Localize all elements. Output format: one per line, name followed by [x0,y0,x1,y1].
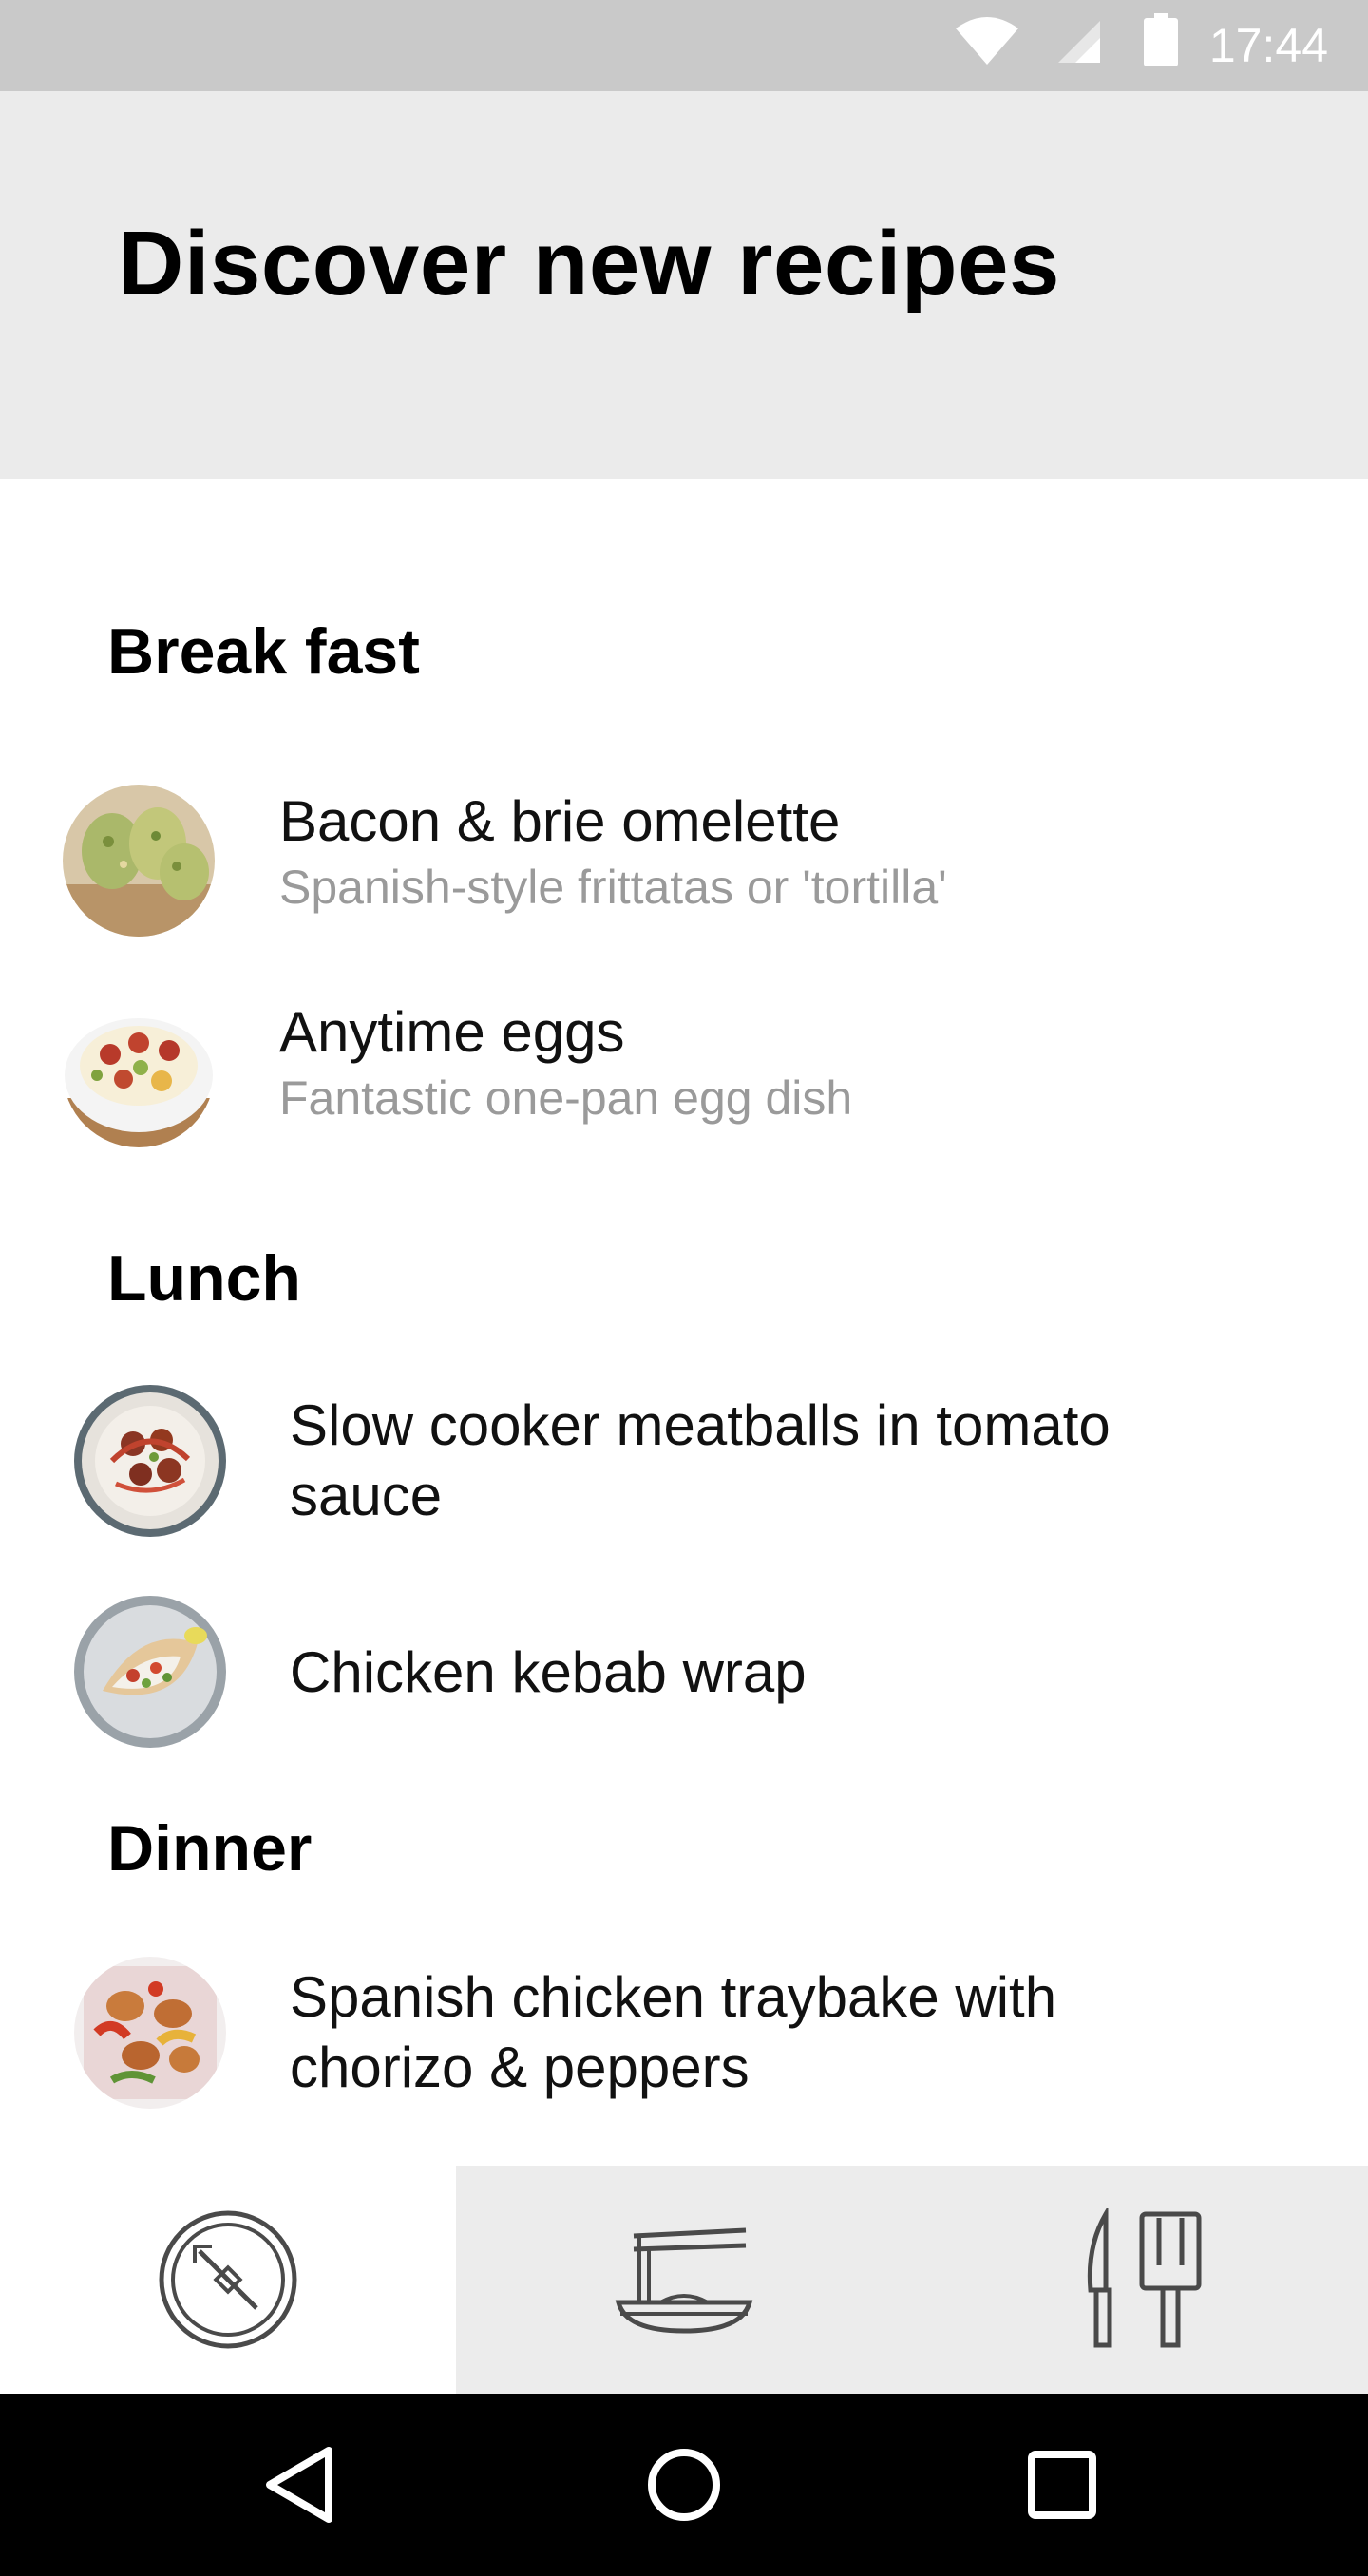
status-time: 17:44 [1208,19,1328,72]
home-icon[interactable] [636,2437,732,2532]
recipe-item-chicken-kebab-wrap[interactable]: Chicken kebab wrap [0,1584,1368,1774]
recipe-name: Bacon & brie omelette [279,789,841,853]
recipe-thumbnail [74,1596,226,1748]
recipe-thumbnail [74,1385,226,1537]
bottom-nav [0,2166,1368,2394]
recipe-item-bacon-brie-omelette[interactable]: Bacon & brie omelette Spanish-style frit… [0,773,1368,963]
tab-discover[interactable] [0,2166,456,2394]
recipe-name: Spanish chicken traybake with chorizo & … [290,1965,1057,2099]
cellular-signal-icon [1056,19,1102,65]
back-icon[interactable] [253,2437,348,2532]
page-title: Discover new recipes [118,213,1060,314]
battery-icon [1144,13,1178,66]
status-bar: 17:44 [0,0,1368,91]
tab-recipes[interactable] [456,2166,912,2394]
recipe-subtitle: Fantastic one-pan egg dish [279,1071,853,1125]
recipe-name: Slow cooker meatballs in tomato sauce [290,1393,1111,1527]
recipe-name: Anytime eggs [279,1000,625,1064]
recipe-item-anytime-eggs[interactable]: Anytime eggs Fantastic one-pan egg dish [0,984,1368,1174]
recipe-subtitle: Spanish-style frittatas or 'tortilla' [279,861,947,914]
recipe-thumbnail [63,785,215,937]
recipe-list[interactable]: Break fast Bacon & brie omelette Spanish… [0,479,1368,2166]
recipe-name: Chicken kebab wrap [290,1640,807,1704]
section-title-lunch: Lunch [107,1242,301,1315]
system-nav-bar [0,2394,1368,2576]
recipe-thumbnail [63,995,215,1147]
section-title-dinner: Dinner [107,1812,313,1885]
tab-kitchen-tools[interactable] [912,2166,1368,2394]
recipe-thumbnail [74,1957,226,2109]
header: Discover new recipes [0,91,1368,479]
recipe-item-spanish-chicken-traybake[interactable]: Spanish chicken traybake with chorizo & … [0,1945,1368,2135]
wifi-icon [954,15,1020,68]
recipe-item-slow-cooker-meatballs[interactable]: Slow cooker meatballs in tomato sauce [0,1373,1368,1563]
recents-icon[interactable] [1015,2437,1110,2532]
section-title-breakfast: Break fast [107,616,420,688]
